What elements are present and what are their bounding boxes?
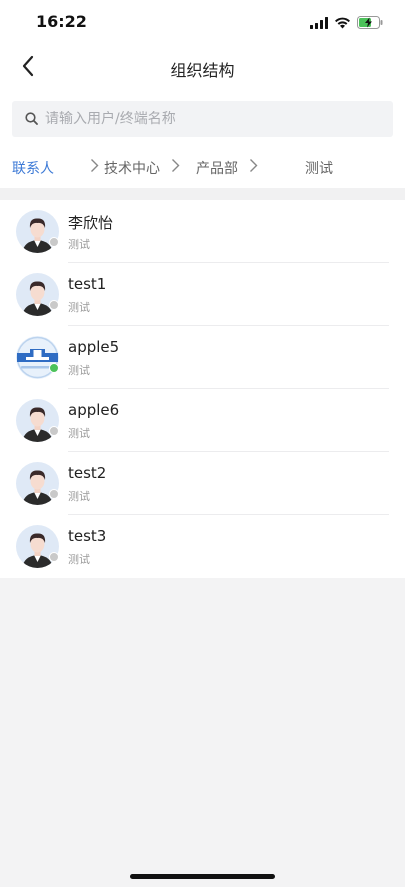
signal-icon (310, 14, 328, 33)
contact-name: test1 (68, 275, 107, 293)
contact-dept: 测试 (68, 238, 90, 251)
list-item[interactable]: test3 测试 (0, 515, 405, 578)
status-time: 16:22 (36, 12, 87, 31)
contact-dept: 测试 (68, 427, 90, 440)
list-item[interactable]: 李欣怡 测试 (0, 200, 405, 263)
breadcrumb-item-tech-center[interactable]: 技术中心 (104, 158, 160, 178)
search-bar (0, 90, 405, 142)
breadcrumb-item-product-dept[interactable]: 产品部 (196, 158, 238, 178)
contact-list: 李欣怡 测试 test1 测试 apple5 测试 apple6 测试 test… (0, 200, 405, 578)
chevron-right-icon (249, 158, 258, 177)
list-item[interactable]: apple5 测试 (0, 326, 405, 389)
offline-status-dot (49, 489, 59, 499)
contact-dept: 测试 (68, 364, 90, 377)
contact-dept: 测试 (68, 553, 90, 566)
breadcrumb-item-test[interactable]: 测试 (305, 158, 333, 178)
status-bar: 16:22 (0, 0, 405, 44)
person-avatar-icon (16, 210, 59, 253)
breadcrumb-item-contacts[interactable]: 联系人 (12, 158, 54, 178)
contact-dept: 测试 (68, 301, 90, 314)
list-item[interactable]: apple6 测试 (0, 389, 405, 452)
person-avatar-icon (16, 462, 59, 505)
section-divider (0, 188, 405, 200)
contact-name: apple6 (68, 401, 120, 419)
offline-status-dot (49, 426, 59, 436)
battery-charging-icon (357, 14, 383, 33)
wifi-icon (334, 14, 351, 33)
page-title: 组织结构 (170, 61, 235, 80)
contact-dept: 测试 (68, 490, 90, 503)
home-indicator (130, 874, 275, 879)
search-input[interactable] (45, 111, 365, 127)
chevron-right-icon (171, 158, 180, 177)
list-item[interactable]: test1 测试 (0, 263, 405, 326)
offline-status-dot (49, 300, 59, 310)
list-item[interactable]: test2 测试 (0, 452, 405, 515)
chevron-right-icon (90, 158, 99, 177)
online-status-dot (49, 363, 59, 373)
contact-name: 李欣怡 (68, 214, 114, 232)
offline-status-dot (49, 237, 59, 247)
person-avatar-icon (16, 273, 59, 316)
nav-bar: 组织结构 (0, 44, 405, 90)
person-avatar-icon (16, 525, 59, 568)
contact-name: apple5 (68, 338, 120, 356)
status-icons (310, 14, 383, 33)
breadcrumb: 联系人 技术中心 产品部 测试 (0, 142, 405, 188)
terminal-device-icon (16, 336, 59, 379)
contact-name: test3 (68, 527, 107, 545)
contact-name: test2 (68, 464, 107, 482)
search-icon (25, 110, 38, 129)
offline-status-dot (49, 552, 59, 562)
search-box[interactable] (12, 101, 393, 137)
person-avatar-icon (16, 399, 59, 442)
